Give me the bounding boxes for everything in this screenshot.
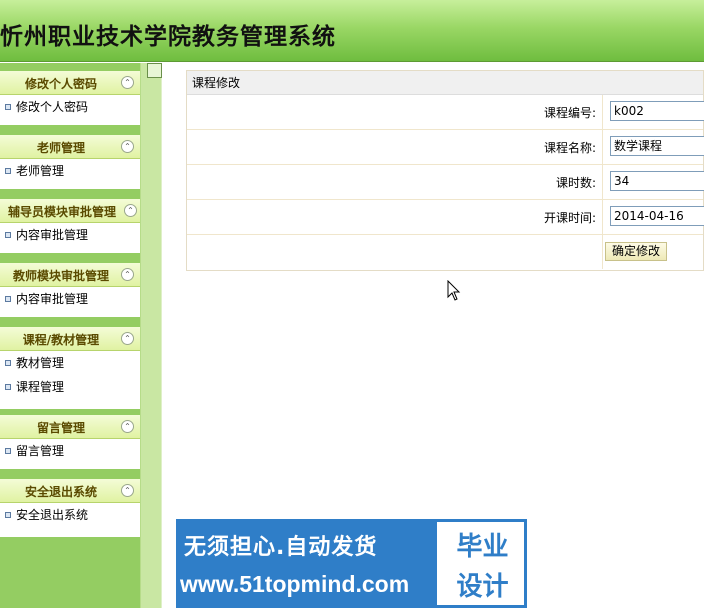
course-id-input[interactable]: k002 bbox=[610, 101, 704, 121]
sidebar-item-label: 课程管理 bbox=[16, 380, 65, 394]
sidebar-item-textbook-management[interactable]: 教材管理 bbox=[0, 351, 140, 375]
menu-group-counselor-approval: 辅导员模块审批管理 ⌃ 内容审批管理 bbox=[0, 199, 140, 253]
collapse-toggle-icon[interactable]: ⌃ bbox=[121, 268, 134, 281]
watermark-slogan: 无须担心.自动发货 bbox=[184, 535, 378, 560]
class-hours-input[interactable]: 34 bbox=[610, 171, 704, 191]
form-row-submit: 确定修改 bbox=[187, 235, 703, 270]
app-title: 忻州职业技术学院教务管理系统 bbox=[0, 24, 336, 50]
sidebar-splitter bbox=[140, 63, 162, 608]
menu-header-label: 老师管理 bbox=[36, 141, 85, 155]
sidebar-item-label: 修改个人密码 bbox=[16, 100, 89, 114]
menu-group-teacher-approval: 教师模块审批管理 ⌃ 内容审批管理 bbox=[0, 263, 140, 317]
bullet-icon bbox=[5, 384, 11, 390]
collapse-toggle-icon[interactable]: ⌃ bbox=[124, 204, 137, 217]
menu-header-label: 留言管理 bbox=[36, 421, 85, 435]
bullet-icon bbox=[5, 512, 11, 518]
sidebar-item-message-management[interactable]: 留言管理 bbox=[0, 439, 140, 463]
cell-divider bbox=[602, 165, 603, 199]
mouse-pointer-icon bbox=[447, 280, 461, 301]
form-row-start-date: 开课时间: 2014-04-16 bbox=[187, 200, 704, 235]
sidebar-item-label: 安全退出系统 bbox=[16, 508, 89, 522]
sidebar-item-course-management[interactable]: 课程管理 bbox=[0, 375, 140, 399]
app-header: 忻州职业技术学院教务管理系统 bbox=[0, 0, 704, 62]
menu-header-label: 教师模块审批管理 bbox=[12, 269, 109, 283]
menu-header-label: 修改个人密码 bbox=[24, 77, 97, 91]
menu-header-label: 课程/教材管理 bbox=[22, 333, 100, 347]
cell-divider bbox=[602, 130, 603, 164]
sidebar-item-label: 老师管理 bbox=[16, 164, 65, 178]
menu-group-teacher: 老师管理 ⌃ 老师管理 bbox=[0, 135, 140, 189]
sidebar-item-logout[interactable]: 安全退出系统 bbox=[0, 503, 140, 527]
watermark-banner: 无须担心.自动发货 www.51topmind.com 毕业 设计 bbox=[176, 519, 527, 608]
watermark-badge-line2: 设计 bbox=[456, 572, 509, 602]
course-name-input[interactable]: 数学课程 bbox=[610, 136, 704, 156]
cell-divider bbox=[602, 95, 603, 129]
sidebar-item-teacher-management[interactable]: 老师管理 bbox=[0, 159, 140, 183]
sidebar-item-label: 教材管理 bbox=[16, 356, 65, 370]
cell-divider bbox=[602, 200, 603, 234]
sidebar-item-change-password[interactable]: 修改个人密码 bbox=[0, 95, 140, 119]
form-row-course-name: 课程名称: 数学课程 bbox=[187, 130, 704, 165]
collapse-toggle-icon[interactable]: ⌃ bbox=[121, 420, 134, 433]
bullet-icon bbox=[5, 168, 11, 174]
collapse-sidebar-icon[interactable] bbox=[147, 63, 162, 78]
sidebar-item-content-approval[interactable]: 内容审批管理 bbox=[0, 287, 140, 311]
start-date-input[interactable]: 2014-04-16 bbox=[610, 206, 704, 226]
sidebar-item-content-approval[interactable]: 内容审批管理 bbox=[0, 223, 140, 247]
sidebar-item-label: 内容审批管理 bbox=[16, 228, 89, 242]
start-date-label: 开课时间: bbox=[543, 211, 596, 225]
watermark-blue-area: 无须担心.自动发货 www.51topmind.com bbox=[176, 519, 434, 608]
cell-divider bbox=[602, 235, 603, 269]
menu-group-messages: 留言管理 ⌃ 留言管理 bbox=[0, 415, 140, 469]
course-edit-panel: 课程修改 课程编号: k002 课程名称: 数学课程 课时数: 34 开课时间:… bbox=[186, 70, 704, 271]
menu-header[interactable]: 课程/教材管理 ⌃ bbox=[0, 327, 140, 351]
watermark-badge-line1: 毕业 bbox=[456, 532, 509, 562]
confirm-edit-button[interactable]: 确定修改 bbox=[605, 242, 668, 261]
menu-header[interactable]: 老师管理 ⌃ bbox=[0, 135, 140, 159]
course-name-label: 课程名称: bbox=[543, 141, 596, 155]
menu-header[interactable]: 教师模块审批管理 ⌃ bbox=[0, 263, 140, 287]
collapse-toggle-icon[interactable]: ⌃ bbox=[121, 140, 134, 153]
menu-group-course-textbook: 课程/教材管理 ⌃ 教材管理 课程管理 bbox=[0, 327, 140, 409]
watermark-badge: 毕业 设计 bbox=[434, 519, 527, 608]
sidebar-item-label: 内容审批管理 bbox=[16, 292, 89, 306]
course-id-label: 课程编号: bbox=[543, 106, 596, 120]
bullet-icon bbox=[5, 360, 11, 366]
menu-header-label: 安全退出系统 bbox=[24, 485, 97, 499]
menu-header[interactable]: 留言管理 ⌃ bbox=[0, 415, 140, 439]
menu-group-password: 修改个人密码 ⌃ 修改个人密码 bbox=[0, 71, 140, 125]
bullet-icon bbox=[5, 448, 11, 454]
menu-header-label: 辅导员模块审批管理 bbox=[7, 205, 116, 219]
menu-header[interactable]: 辅导员模块审批管理 ⌃ bbox=[0, 199, 140, 223]
bullet-icon bbox=[5, 104, 11, 110]
menu-header[interactable]: 修改个人密码 ⌃ bbox=[0, 71, 140, 95]
bullet-icon bbox=[5, 296, 11, 302]
menu-group-logout: 安全退出系统 ⌃ 安全退出系统 bbox=[0, 479, 140, 537]
collapse-toggle-icon[interactable]: ⌃ bbox=[121, 332, 134, 345]
sidebar-item-label: 留言管理 bbox=[16, 444, 65, 458]
form-row-class-hours: 课时数: 34 bbox=[187, 165, 704, 200]
menu-header[interactable]: 安全退出系统 ⌃ bbox=[0, 479, 140, 503]
watermark-url: www.51topmind.com bbox=[180, 571, 430, 603]
form-row-course-id: 课程编号: k002 bbox=[187, 95, 704, 130]
collapse-toggle-icon[interactable]: ⌃ bbox=[121, 484, 134, 497]
collapse-toggle-icon[interactable]: ⌃ bbox=[121, 76, 134, 89]
bullet-icon bbox=[5, 232, 11, 238]
panel-title: 课程修改 bbox=[187, 71, 703, 95]
class-hours-label: 课时数: bbox=[555, 176, 596, 190]
